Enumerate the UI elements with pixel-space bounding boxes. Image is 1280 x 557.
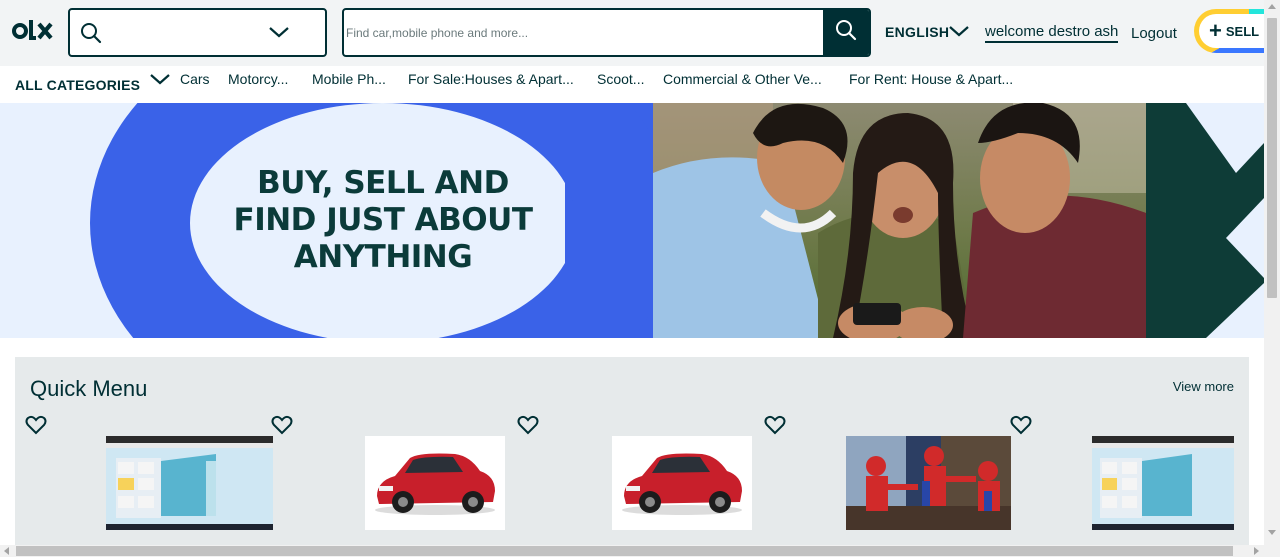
category-link-cars[interactable]: Cars bbox=[180, 71, 210, 87]
category-bar: ALL CATEGORIES Cars Motorcy... Mobile Ph… bbox=[0, 66, 1264, 103]
view-more-link[interactable]: View more bbox=[1173, 379, 1234, 394]
hero-banner[interactable]: BUY, SELL AND FIND JUST ABOUT ANYTHING bbox=[0, 103, 1264, 338]
banner-graphic: BUY, SELL AND FIND JUST ABOUT ANYTHING bbox=[0, 103, 653, 338]
olx-page: ENGLISH welcome destro ash Logout + SELL… bbox=[0, 0, 1280, 557]
chevron-down-icon[interactable] bbox=[948, 22, 970, 45]
search-icon bbox=[80, 22, 102, 49]
heart-icon[interactable] bbox=[764, 415, 786, 435]
scroll-up-arrow-icon[interactable] bbox=[1268, 4, 1276, 9]
search-icon bbox=[835, 19, 857, 46]
quick-menu-item-thumbnail[interactable] bbox=[1092, 436, 1234, 530]
search-input[interactable] bbox=[346, 10, 822, 55]
quick-menu-item-thumbnail[interactable] bbox=[365, 436, 505, 530]
chevron-down-icon[interactable] bbox=[268, 23, 290, 46]
scroll-down-arrow-icon[interactable] bbox=[1268, 530, 1276, 535]
vertical-scroll-thumb[interactable] bbox=[1267, 18, 1277, 298]
category-link-houses-for-rent[interactable]: For Rent: House & Apart... bbox=[849, 71, 1013, 87]
logout-link[interactable]: Logout bbox=[1131, 25, 1177, 42]
banner-headline: BUY, SELL AND FIND JUST ABOUT ANYTHING bbox=[228, 165, 538, 276]
category-link-motorcycles[interactable]: Motorcy... bbox=[228, 71, 288, 87]
heart-icon[interactable] bbox=[25, 415, 47, 435]
quick-menu-item-thumbnail[interactable] bbox=[106, 436, 273, 530]
quick-menu-item-thumbnail[interactable] bbox=[846, 436, 1011, 530]
location-search-box[interactable] bbox=[68, 8, 327, 57]
language-selector[interactable]: ENGLISH bbox=[885, 24, 949, 40]
welcome-user-link[interactable]: welcome destro ash bbox=[985, 23, 1119, 43]
horizontal-scrollbar[interactable] bbox=[0, 545, 1264, 557]
headline-line-3: ANYTHING bbox=[293, 239, 473, 275]
category-link-mobile-phones[interactable]: Mobile Ph... bbox=[312, 71, 386, 87]
chevron-down-icon[interactable] bbox=[149, 70, 171, 93]
heart-icon[interactable] bbox=[271, 415, 293, 435]
banner-side-graphic bbox=[1146, 103, 1264, 338]
category-link-scooters[interactable]: Scoot... bbox=[597, 71, 644, 87]
quick-menu-item-thumbnail[interactable] bbox=[612, 436, 752, 530]
horizontal-scroll-thumb[interactable] bbox=[16, 546, 1233, 556]
olx-logo[interactable] bbox=[12, 18, 54, 44]
banner-photo-friends-phone bbox=[653, 103, 1146, 338]
scroll-left-arrow-icon[interactable] bbox=[4, 547, 9, 555]
category-link-commercial-vehicles[interactable]: Commercial & Other Ve... bbox=[663, 71, 822, 87]
sell-label: SELL bbox=[1225, 23, 1260, 39]
top-header: ENGLISH welcome destro ash Logout + SELL bbox=[0, 0, 1280, 66]
headline-line-2: FIND JUST ABOUT bbox=[233, 202, 533, 238]
all-categories-button[interactable]: ALL CATEGORIES bbox=[15, 77, 140, 93]
scroll-right-arrow-icon[interactable] bbox=[1254, 547, 1259, 555]
quick-menu-section: Quick Menu View more bbox=[15, 357, 1249, 557]
search-button[interactable] bbox=[823, 10, 869, 55]
heart-icon[interactable] bbox=[517, 415, 539, 435]
vertical-scrollbar[interactable] bbox=[1264, 0, 1280, 557]
heart-icon[interactable] bbox=[1010, 415, 1032, 435]
main-search-box bbox=[342, 8, 871, 57]
plus-icon: + bbox=[1209, 18, 1222, 43]
category-link-houses-for-sale[interactable]: For Sale:Houses & Apart... bbox=[408, 71, 574, 87]
headline-line-1: BUY, SELL AND bbox=[257, 165, 509, 201]
quick-menu-title: Quick Menu bbox=[30, 376, 148, 401]
